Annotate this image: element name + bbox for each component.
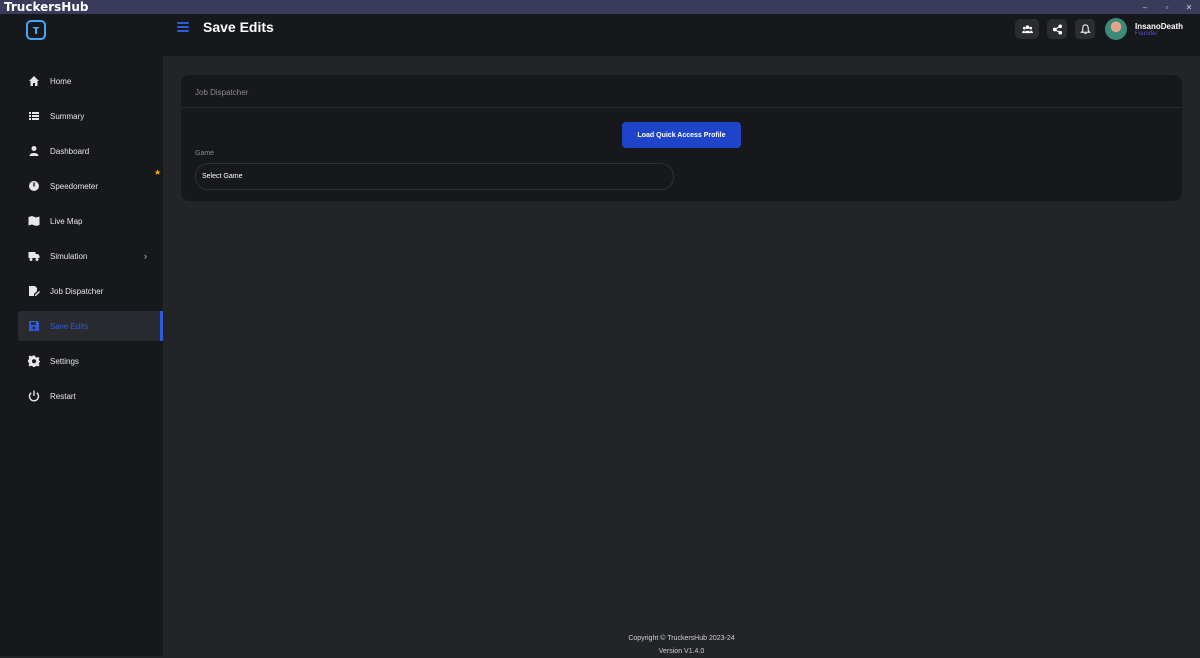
sidebar-item-label: Home <box>50 76 72 86</box>
sidebar-item-label: Live Map <box>50 216 83 226</box>
window-titlebar: TruckersHub – ▫ ✕ <box>0 0 1200 14</box>
window-title: TruckersHub <box>4 0 89 14</box>
user-icon <box>28 145 40 157</box>
minimize-button[interactable]: – <box>1134 0 1156 14</box>
star-icon: ★ <box>154 168 162 177</box>
sidebar-item-label: Restart <box>50 391 76 401</box>
top-header: Save Edits InsanoDeath Founder <box>163 14 1200 56</box>
header-actions: InsanoDeath Founder <box>1015 18 1200 40</box>
sidebar-item-label: Save Edits <box>50 321 89 331</box>
sidebar-item-summary[interactable]: Summary <box>18 101 163 131</box>
sidebar-item-label: Speedometer <box>50 181 99 191</box>
sidebar-item-label: Dashboard <box>50 146 90 156</box>
sidebar-item-home[interactable]: Home <box>18 66 163 96</box>
share-button[interactable] <box>1047 19 1067 39</box>
sidebar-item-label: Job Dispatcher <box>50 286 104 296</box>
gauge-icon <box>28 180 40 192</box>
user-info[interactable]: InsanoDeath Founder <box>1135 22 1200 37</box>
sidebar: Home Summary Dashboard Speedometer Live … <box>0 14 163 656</box>
hamburger-menu-icon[interactable] <box>177 22 189 34</box>
sidebar-item-settings[interactable]: Settings <box>18 346 163 376</box>
truck-icon <box>28 250 40 262</box>
card-title: Job Dispatcher <box>181 75 1182 108</box>
game-label: Game <box>195 150 215 157</box>
file-edit-icon <box>28 285 40 297</box>
sidebar-item-restart[interactable]: Restart <box>18 381 163 411</box>
game-select[interactable]: Select Game <box>195 163 674 190</box>
share-icon <box>1052 23 1062 35</box>
sidebar-item-live-map[interactable]: Live Map <box>18 206 163 236</box>
group-button[interactable] <box>1015 19 1039 39</box>
sidebar-item-label: Simulation <box>50 251 88 261</box>
page-title: Save Edits <box>203 19 274 35</box>
sidebar-item-speedometer[interactable]: Speedometer <box>18 171 163 201</box>
home-icon <box>28 75 40 87</box>
close-button[interactable]: ✕ <box>1178 0 1200 14</box>
sidebar-item-save-edits[interactable]: Save Edits <box>18 311 163 341</box>
hook-logo-icon[interactable] <box>26 20 46 40</box>
load-quick-access-profile-button[interactable]: Load Quick Access Profile <box>622 122 741 148</box>
users-icon <box>1021 24 1033 33</box>
power-icon <box>28 390 40 402</box>
footer: Copyright © TruckersHub 2023-24 Version … <box>163 632 1200 658</box>
job-dispatcher-card: Job Dispatcher Load Quick Access Profile… <box>181 75 1182 201</box>
sidebar-item-label: Settings <box>50 356 79 366</box>
sidebar-item-dashboard[interactable]: Dashboard <box>18 136 163 166</box>
notifications-button[interactable] <box>1075 19 1095 39</box>
floppy-icon <box>28 320 40 332</box>
sidebar-item-job-dispatcher[interactable]: Job Dispatcher <box>18 276 163 306</box>
sidebar-item-simulation[interactable]: Simulation › <box>18 241 163 271</box>
copyright-text: Copyright © TruckersHub 2023-24 <box>628 635 735 642</box>
user-name: InsanoDeath <box>1135 21 1184 31</box>
chevron-right-icon: › <box>144 251 147 261</box>
avatar[interactable] <box>1105 18 1127 40</box>
map-icon <box>28 215 40 227</box>
gear-icon <box>28 355 40 367</box>
maximize-button[interactable]: ▫ <box>1156 0 1178 14</box>
user-role: Founder <box>1135 30 1158 37</box>
window-controls: – ▫ ✕ <box>1134 0 1200 14</box>
sidebar-nav: Home Summary Dashboard Speedometer Live … <box>18 66 163 416</box>
list-icon <box>28 110 40 122</box>
version-text: Version V1.4.0 <box>658 648 705 655</box>
sidebar-item-label: Summary <box>50 111 85 121</box>
bell-icon <box>1079 23 1091 34</box>
